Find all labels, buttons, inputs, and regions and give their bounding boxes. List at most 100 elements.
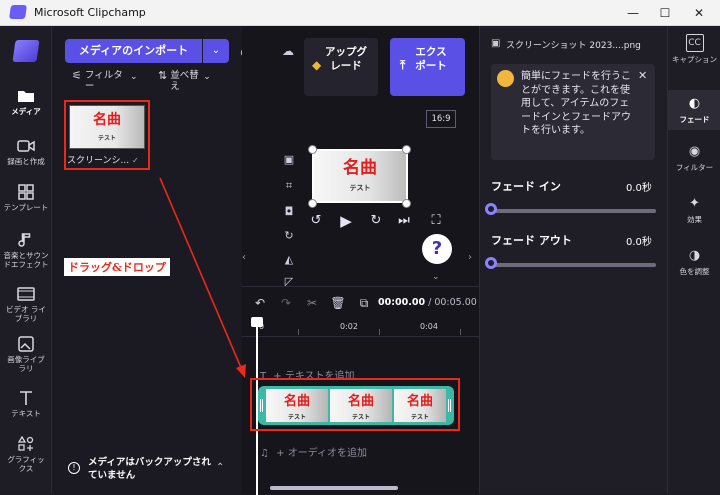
video-clip[interactable]: 名曲 テスト 名曲 テスト 名曲 テスト [258,386,454,425]
nav-text[interactable]: テキスト [0,390,52,418]
time-ruler: 0 0:02 0:04 [242,317,479,337]
skip-end-icon[interactable]: ⏭ [394,211,414,231]
undo-icon[interactable]: ↶ [250,294,270,312]
video-library-icon [17,287,35,301]
templates-icon [18,184,34,200]
import-dropdown-button[interactable]: ⌄ [203,39,229,63]
filter-button[interactable]: ⚟ フィルター ⌄ [72,70,137,92]
upgrade-button[interactable]: ◆ アップグレード [304,38,378,96]
fade-out-slider[interactable] [492,263,656,267]
nav-music[interactable]: 音楽とサウンドエフェクト [0,232,52,269]
media-item-name-text: スクリーンシ... [67,156,130,166]
trim-handle-right[interactable] [448,399,451,412]
nav-video-library[interactable]: ビデオ ライブラリ [0,286,52,323]
redo-icon[interactable]: ↷ [276,294,296,312]
timeline: ↶ ↷ ✂ 🗑 ⧉ 00:00.00 / 00:05.00 0 0:02 0:0… [242,286,479,495]
nav-image-library[interactable]: 画像ライブラリ [0,336,52,373]
filter-icon: ⚟ [72,69,82,82]
chevron-down-icon[interactable]: ⌄ [432,272,440,282]
tab-fade[interactable]: ◐ フェード [668,90,720,130]
rotate-icon[interactable]: ↻ [278,226,300,246]
pip-icon[interactable]: ◘ [278,202,300,222]
resize-handle-tr[interactable] [402,145,411,154]
fade-out-slider-knob[interactable] [485,257,497,269]
tab-captions[interactable]: CC キャプション [668,34,720,64]
tab-filters[interactable]: ◉ フィルター [668,144,720,172]
clip-frame: 名曲 テスト [330,389,392,422]
video-frame[interactable]: 名曲 テスト [312,149,408,203]
close-tip-icon[interactable]: ✕ [638,69,647,82]
duplicate-icon[interactable]: ⧉ [354,294,374,312]
drag-drop-annotation: ドラッグ&ドロップ [64,258,170,276]
fade-in-slider[interactable] [492,209,656,213]
fade-in-slider-knob[interactable] [485,203,497,215]
tab-effects[interactable]: ✦ 効果 [668,196,720,224]
window-title: Microsoft Clipchamp [34,6,146,19]
diamond-icon: ◆ [312,58,322,72]
image-library-icon [18,336,34,352]
timeline-scrollbar[interactable] [270,486,398,490]
ruler-tick [379,329,380,335]
close-window-button[interactable]: ✕ [684,3,714,23]
fullscreen-icon[interactable]: ⛶ [426,211,446,231]
left-nav: メディア 録画と作成 テンプレート 音楽とサウンドエフェクト ビデオ ライブラリ… [0,26,52,494]
right-nav: CC キャプション ◐ フェード ◉ フィルター ✦ 効果 ◑ 色を調整 [667,26,720,494]
nav-templates[interactable]: テンプレート [0,184,52,212]
resize-handle-bl[interactable] [308,199,317,208]
filter-label: フィルター [84,70,123,92]
collapse-left-icon[interactable]: ‹ [242,252,246,263]
tab-filters-label: フィルター [675,163,714,172]
maximize-button[interactable]: ☐ [650,3,680,23]
chevron-down-icon: ⌄ [129,72,138,82]
nav-record-label: 録画と作成 [7,157,45,166]
add-audio-label: + オーディオを追加 [276,448,368,459]
split-icon[interactable]: ✂ [302,294,322,312]
nav-graphics[interactable]: グラフィックス [0,436,52,473]
cloud-off-icon[interactable]: ☁ [282,44,294,58]
resize-handle-br[interactable] [402,199,411,208]
play-icon[interactable]: ▶ [336,211,356,231]
tab-captions-label: キャプション [672,55,717,64]
collapse-right-icon[interactable]: › [468,252,472,263]
help-button[interactable]: ? [422,234,452,264]
minimize-button[interactable]: — [618,3,648,23]
aspect-ratio-button[interactable]: 16:9 [426,110,456,128]
nav-text-label: テキスト [11,409,41,418]
sort-button[interactable]: ⇅ 並べ替え ⌄ [158,70,211,92]
fit-icon[interactable]: ▣ [278,150,300,170]
ruler-label-2: 0:02 [340,322,358,331]
media-panel: メディアのインポート ⌄ の ⚟ フィルター ⌄ ⇅ 並べ替え ⌄ 名曲 テスト… [52,26,250,494]
more-tools-icon[interactable]: ◸ [278,272,300,288]
app-logo-icon [9,5,27,19]
ruler-tick [460,329,461,335]
delete-icon[interactable]: 🗑 [328,294,348,312]
add-audio-track[interactable]: ♫ + オーディオを追加 [260,444,367,459]
import-media-button[interactable]: メディアのインポート [65,39,202,63]
sort-label: 並べ替え [170,70,199,92]
flip-icon[interactable]: ◭ [278,250,300,270]
nav-media[interactable]: メディア [0,88,52,116]
clip-frame-title: 名曲 [347,394,374,409]
upload-icon: ⤒ [400,58,406,72]
backup-note: メディアはバックアップされていません [88,457,211,481]
export-button[interactable]: ⤒ エクスポート [390,38,465,96]
clip-frame-subtitle: テスト [410,414,429,421]
rewind-5-icon[interactable]: ↺ [306,211,326,231]
export-label: エクスポート [415,46,447,72]
nav-record[interactable]: 録画と作成 [0,138,52,166]
trim-handle-left[interactable] [260,399,263,412]
media-item[interactable]: 名曲 テスト スクリーンシ... ✓ [64,100,150,170]
ruler-label-4: 0:04 [420,322,438,331]
forward-5-icon[interactable]: ↻ [366,211,386,231]
playhead-knob[interactable] [251,317,263,327]
chevron-up-icon[interactable]: ⌃ [216,462,224,473]
text-icon [20,391,32,405]
crop-icon[interactable]: ⌗ [278,176,300,196]
fade-out-value: 0.0秒 [626,237,652,248]
fade-out-label: フェード アウト [491,234,572,247]
frame-subtitle: テスト [349,184,371,192]
clip-frame-title: 名曲 [283,394,310,409]
resize-handle-tl[interactable] [308,145,317,154]
tab-color-adjust[interactable]: ◑ 色を調整 [668,248,720,276]
graphics-icon [17,436,34,451]
